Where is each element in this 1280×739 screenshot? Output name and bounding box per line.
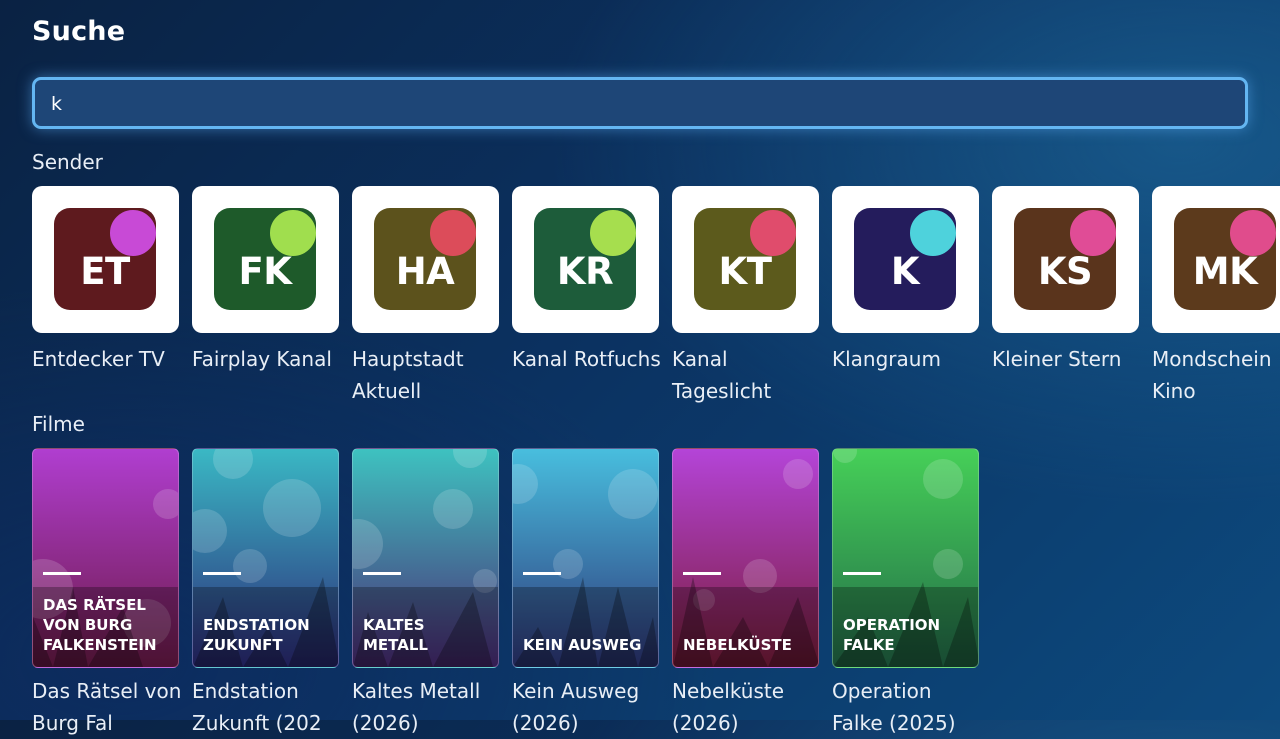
channel-tile[interactable]: KS xyxy=(992,186,1139,333)
channel-logo: MK xyxy=(1174,208,1276,310)
channel-tile[interactable]: MK xyxy=(1152,186,1280,333)
channel-initials: KT xyxy=(718,250,772,293)
section-label-channels: Sender xyxy=(32,150,103,174)
channel-tile[interactable]: K xyxy=(832,186,979,333)
channel-logo: FK xyxy=(214,208,316,310)
poster-dash xyxy=(43,572,81,575)
movie-poster-card[interactable]: Nebelküste xyxy=(672,448,819,668)
channel-initials: KS xyxy=(1037,250,1093,293)
poster-title: Das Rätsel von Burg Falkenstein xyxy=(43,596,157,654)
channel-logo: KS xyxy=(1014,208,1116,310)
poster-bubble-decoration xyxy=(833,449,857,463)
poster-bubble-decoration xyxy=(513,464,538,504)
channel-name[interactable]: Hauptstadt Aktuell xyxy=(352,343,502,407)
channel-logo: K xyxy=(854,208,956,310)
channel-tile[interactable]: KR xyxy=(512,186,659,333)
search-input[interactable] xyxy=(51,92,1201,116)
poster-dash xyxy=(843,572,881,575)
poster-bubble-decoration xyxy=(193,509,227,553)
poster-bubble-decoration xyxy=(453,449,487,468)
poster-dash xyxy=(363,572,401,575)
poster-title: Nebelküste xyxy=(683,636,792,654)
page-title: Suche xyxy=(32,16,126,47)
movie-poster-card[interactable]: Endstation Zukunft xyxy=(192,448,339,668)
movie-poster-card[interactable]: Das Rätsel von Burg Falkenstein xyxy=(32,448,179,668)
channel-initials: ET xyxy=(80,250,130,293)
poster-bubble-decoration xyxy=(923,459,963,499)
poster-bubble-decoration xyxy=(783,459,813,489)
movie-name[interactable]: Operation Falke (2025) xyxy=(832,675,982,739)
channel-name[interactable]: Klangraum xyxy=(832,343,982,375)
movie-name[interactable]: Das Rätsel von Burg Fal xyxy=(32,675,182,739)
movie-poster-card[interactable]: Kaltes Metall xyxy=(352,448,499,668)
poster-bubble-decoration xyxy=(213,449,253,479)
channel-initials: K xyxy=(890,250,920,293)
movie-name[interactable]: Kaltes Metall (2026) xyxy=(352,675,502,739)
movie-name[interactable]: Kein Ausweg (2026) xyxy=(512,675,662,739)
channel-initials: FK xyxy=(238,250,292,293)
channel-name[interactable]: Kleiner Stern xyxy=(992,343,1142,375)
search-box[interactable] xyxy=(32,77,1248,129)
channel-logo: HA xyxy=(374,208,476,310)
channel-tile[interactable]: KT xyxy=(672,186,819,333)
poster-dash xyxy=(203,572,241,575)
channel-tile[interactable]: HA xyxy=(352,186,499,333)
poster-bubble-decoration xyxy=(263,479,321,537)
channel-tile[interactable]: FK xyxy=(192,186,339,333)
poster-title: Kein Ausweg xyxy=(523,636,642,654)
poster-title: Operation Falke xyxy=(843,616,941,654)
poster-dash xyxy=(523,572,561,575)
channel-logo: KR xyxy=(534,208,636,310)
channel-initials: KR xyxy=(556,250,614,293)
channel-logo: KT xyxy=(694,208,796,310)
channel-name[interactable]: Entdecker TV xyxy=(32,343,182,375)
channel-name[interactable]: Mondschein Kino xyxy=(1152,343,1280,407)
poster-bubble-decoration xyxy=(608,469,658,519)
movie-poster-card[interactable]: Kein Ausweg xyxy=(512,448,659,668)
channel-logo: ET xyxy=(54,208,156,310)
channel-name[interactable]: Fairplay Kanal xyxy=(192,343,342,375)
movie-name[interactable]: Endstation Zukunft (202 xyxy=(192,675,342,739)
channel-initials: MK xyxy=(1192,250,1258,293)
movie-name[interactable]: Nebelküste (2026) xyxy=(672,675,822,739)
poster-dash xyxy=(683,572,721,575)
poster-bubble-decoration xyxy=(153,489,178,519)
poster-title: Kaltes Metall xyxy=(363,616,428,654)
channel-tile[interactable]: ET xyxy=(32,186,179,333)
movie-poster-card[interactable]: Operation Falke xyxy=(832,448,979,668)
channel-name[interactable]: Kanal Tageslicht xyxy=(672,343,822,407)
channel-name[interactable]: Kanal Rotfuchs xyxy=(512,343,662,375)
section-label-movies: Filme xyxy=(32,412,85,436)
channel-initials: HA xyxy=(395,250,455,293)
poster-title: Endstation Zukunft xyxy=(203,616,310,654)
poster-bubble-decoration xyxy=(433,489,473,529)
